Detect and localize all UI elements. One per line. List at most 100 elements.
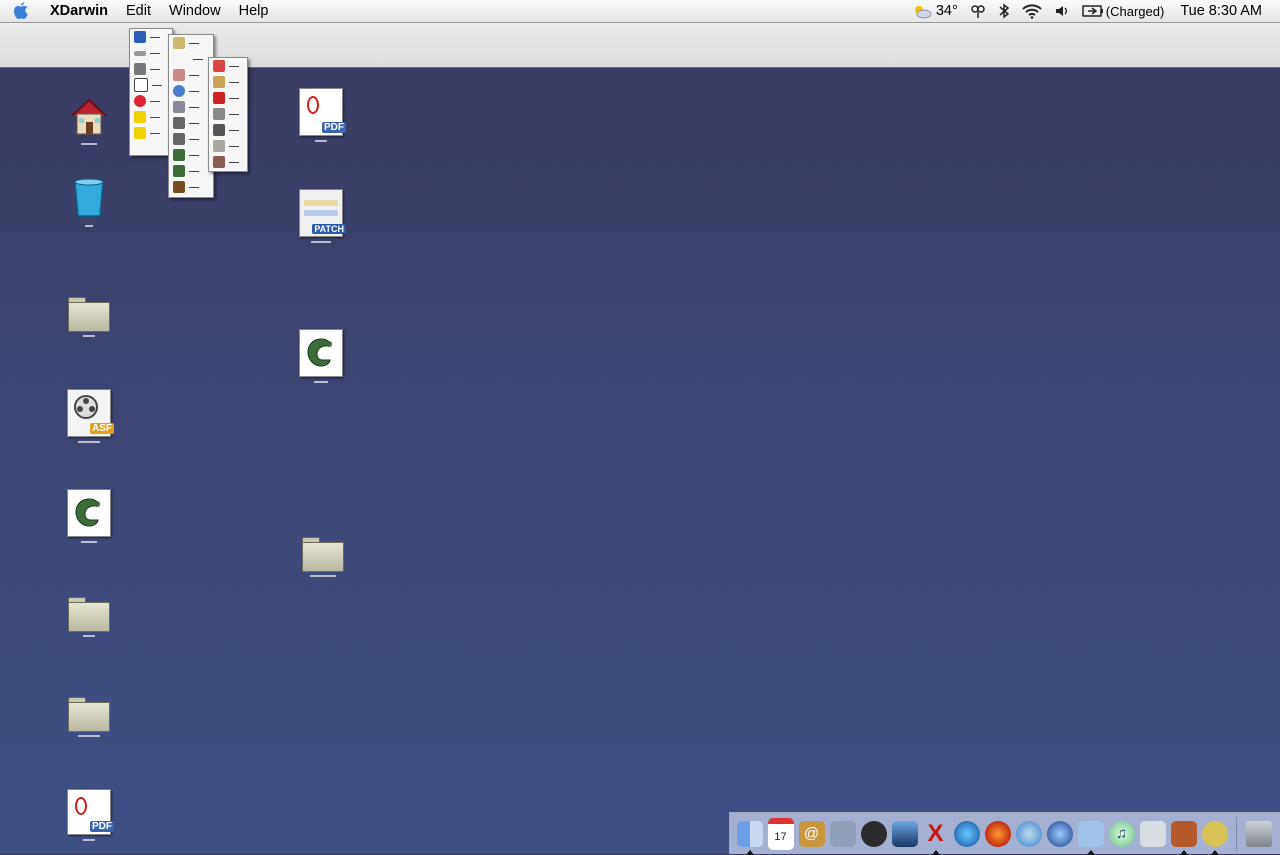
- menu-item[interactable]: [169, 51, 213, 67]
- asf-badge: ASF: [90, 423, 114, 434]
- weather-status[interactable]: 34°: [905, 3, 964, 19]
- gimp-icon: [173, 149, 185, 161]
- icon-label: [315, 140, 327, 142]
- gimp-file-icon[interactable]: [59, 489, 119, 543]
- cup-icon: [173, 69, 185, 81]
- menu-item[interactable]: [209, 58, 247, 74]
- bar-icon: [134, 50, 146, 56]
- firefox-icon[interactable]: [984, 820, 1011, 847]
- app-menu[interactable]: XDarwin: [41, 0, 117, 22]
- pdf-file-icon[interactable]: PDF: [59, 789, 119, 841]
- menu-item[interactable]: [209, 106, 247, 122]
- pdf-badge: PDF: [322, 122, 346, 133]
- menu-item[interactable]: [130, 61, 172, 77]
- menu-item[interactable]: [169, 163, 213, 179]
- network-icon[interactable]: [953, 820, 980, 847]
- wrench-icon: [173, 101, 185, 113]
- trash-icon[interactable]: [59, 176, 119, 227]
- folder-icon[interactable]: [59, 297, 119, 337]
- root-menu[interactable]: [129, 28, 173, 156]
- folder-icon[interactable]: [59, 597, 119, 637]
- asf-video-file-icon[interactable]: ASF: [59, 389, 119, 443]
- screenshot-icon: [213, 140, 225, 152]
- safari-icon[interactable]: [1015, 820, 1042, 847]
- gimp-dock-icon[interactable]: [1201, 820, 1228, 855]
- menu-item[interactable]: [209, 154, 247, 170]
- ical-icon[interactable]: 17: [767, 817, 794, 850]
- itunes-icon[interactable]: ♫: [1108, 820, 1135, 847]
- tools-icon: [134, 63, 146, 75]
- menu-item[interactable]: [169, 35, 213, 51]
- menu-item[interactable]: [169, 147, 213, 163]
- help-ring-icon: [134, 95, 146, 107]
- menu-item[interactable]: [209, 90, 247, 106]
- submenu-2[interactable]: [208, 57, 248, 172]
- icon-label: [314, 381, 328, 383]
- preview-icon[interactable]: [891, 820, 918, 847]
- camino-icon[interactable]: [1046, 820, 1073, 847]
- scissors-icon: [173, 37, 185, 49]
- book-icon: [173, 181, 185, 193]
- address-book-icon[interactable]: @: [798, 820, 825, 847]
- icon-label: [310, 575, 336, 577]
- dock-trash-icon[interactable]: [1245, 820, 1272, 847]
- network-icon: [213, 108, 225, 120]
- add-icon: [134, 31, 146, 43]
- window-menu[interactable]: Window: [160, 0, 230, 22]
- apple-menu-icon[interactable]: [13, 2, 41, 20]
- menu-item[interactable]: [130, 109, 172, 125]
- system-prefs-icon[interactable]: [829, 820, 856, 847]
- edit-menu[interactable]: Edit: [117, 0, 160, 22]
- patch-badge: PATCH: [312, 224, 346, 234]
- patch-file-icon[interactable]: PATCH: [291, 189, 351, 243]
- icon-label: [81, 541, 97, 543]
- menu-extras: 34° (Charged) Tue 8:30 AM: [905, 0, 1280, 22]
- star-icon: [134, 127, 146, 139]
- battery-status[interactable]: (Charged): [1076, 4, 1171, 19]
- bluetooth-icon[interactable]: [992, 3, 1016, 19]
- menu-item[interactable]: [169, 83, 213, 99]
- apple-icon[interactable]: [1139, 820, 1166, 847]
- menu-bar: XDarwin Edit Window Help 34° (Charged) T…: [0, 0, 1280, 23]
- menu-item[interactable]: [209, 138, 247, 154]
- icon-label: [85, 225, 93, 227]
- menu-item[interactable]: [130, 93, 172, 109]
- menu-item[interactable]: [169, 115, 213, 131]
- menu-item[interactable]: [209, 122, 247, 138]
- menu-item[interactable]: [169, 67, 213, 83]
- menu-item[interactable]: [169, 99, 213, 115]
- dashboard-icon[interactable]: [860, 820, 887, 847]
- icon-label: [78, 735, 100, 737]
- menu-item[interactable]: [130, 77, 172, 93]
- sync-icon[interactable]: [964, 3, 992, 19]
- home-icon[interactable]: [59, 96, 119, 145]
- pdf-file-icon[interactable]: PDF: [291, 88, 351, 142]
- folder-icon[interactable]: [59, 697, 119, 737]
- gimp-file-icon[interactable]: [291, 329, 351, 383]
- menu-item[interactable]: [169, 131, 213, 147]
- clock[interactable]: Tue 8:30 AM: [1170, 3, 1280, 19]
- page-icon: [134, 78, 148, 92]
- screenshot-icon[interactable]: [1077, 820, 1104, 855]
- dock-separator: [1236, 816, 1237, 851]
- terminal-icon[interactable]: [1170, 820, 1197, 855]
- finder-icon[interactable]: [736, 820, 763, 855]
- x11-icon[interactable]: X: [923, 820, 949, 855]
- wifi-icon[interactable]: [1016, 3, 1048, 19]
- folder-icon[interactable]: [293, 537, 353, 577]
- globe-icon: [173, 85, 185, 97]
- dock: 17 @ X ♫: [729, 812, 1280, 855]
- menu-item[interactable]: [130, 29, 172, 45]
- menu-item[interactable]: [130, 45, 172, 61]
- battery-label: (Charged): [1105, 3, 1165, 19]
- logout-icon: [213, 92, 225, 104]
- volume-icon[interactable]: [1048, 3, 1076, 19]
- help-menu[interactable]: Help: [230, 0, 278, 22]
- lock-icon: [213, 76, 225, 88]
- pen-icon: [173, 133, 185, 145]
- icon-label: [78, 441, 100, 443]
- menu-item[interactable]: [209, 74, 247, 90]
- menu-item[interactable]: [169, 179, 213, 195]
- menu-item[interactable]: [130, 125, 172, 141]
- icon-label: [83, 839, 95, 841]
